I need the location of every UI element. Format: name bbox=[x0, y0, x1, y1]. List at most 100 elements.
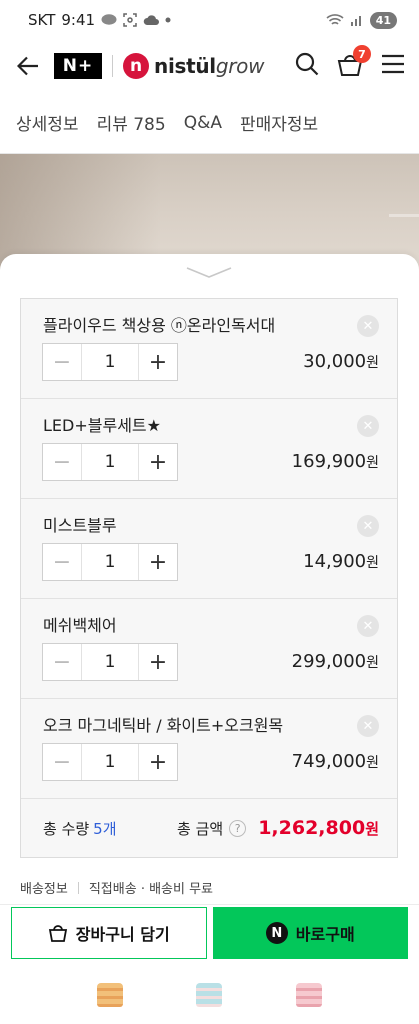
option-name: LED+블루세트★ bbox=[43, 416, 161, 435]
signal-icon bbox=[350, 13, 364, 27]
cake-icon[interactable] bbox=[296, 983, 323, 1007]
remove-option-button[interactable]: ✕ bbox=[357, 515, 379, 537]
screenshot-icon bbox=[123, 13, 137, 27]
quantity-stepper: − 1 + bbox=[42, 443, 178, 481]
option-name: 메쉬백체어 bbox=[43, 616, 117, 635]
option-item: 메쉬백체어 ✕ − 1 + 299,000원 bbox=[21, 599, 397, 699]
status-bar: SKT 9:41 41 bbox=[0, 0, 419, 40]
cart-count-badge: 7 bbox=[353, 45, 371, 63]
decrease-button[interactable]: − bbox=[43, 744, 81, 780]
option-item: 플라이우드 책상용 ⓝ온라인독서대 ✕ − 1 + 30,000원 bbox=[21, 299, 397, 399]
quantity-value[interactable]: 1 bbox=[81, 544, 139, 580]
close-icon: ✕ bbox=[362, 418, 374, 434]
purchase-actions: 장바구니 담기 N 바로구매 bbox=[0, 904, 419, 962]
increase-button[interactable]: + bbox=[139, 344, 177, 380]
increase-button[interactable]: + bbox=[139, 544, 177, 580]
search-icon bbox=[295, 52, 319, 76]
option-price: 299,000원 bbox=[291, 651, 379, 672]
increase-button[interactable]: + bbox=[139, 744, 177, 780]
option-price: 30,000원 bbox=[303, 351, 379, 372]
wifi-icon bbox=[326, 13, 344, 27]
close-icon: ✕ bbox=[362, 718, 374, 734]
tab-seller-info[interactable]: 판매자정보 bbox=[240, 110, 318, 135]
app-header: N+ n nistülgrow 7 bbox=[0, 40, 419, 92]
buy-now-label: 바로구매 bbox=[295, 925, 355, 944]
decrease-button[interactable]: − bbox=[43, 644, 81, 680]
remove-option-button[interactable]: ✕ bbox=[357, 315, 379, 337]
product-tabs: 상세정보 리뷰 785 Q&A 판매자정보 bbox=[0, 92, 419, 154]
help-icon[interactable]: ? bbox=[229, 819, 247, 837]
delivery-value: 직접배송 · 배송비 무료 bbox=[88, 882, 214, 897]
cloud-icon bbox=[143, 14, 160, 26]
cart-button[interactable]: 7 bbox=[337, 45, 371, 79]
shopping-bag-icon bbox=[48, 925, 67, 942]
quantity-value[interactable]: 1 bbox=[81, 344, 139, 380]
add-to-cart-button[interactable]: 장바구니 담기 bbox=[11, 907, 207, 959]
total-amount-value: 1,262,800원 bbox=[258, 817, 379, 839]
brand-name: nistülgrow bbox=[154, 54, 265, 78]
delivery-divider bbox=[77, 881, 79, 894]
nplus-logo[interactable]: N+ bbox=[54, 53, 102, 79]
buy-now-button[interactable]: N 바로구매 bbox=[212, 907, 408, 959]
option-name: 플라이우드 책상용 ⓝ온라인독서대 bbox=[43, 316, 276, 335]
option-name: 미스트블루 bbox=[43, 516, 117, 535]
quantity-stepper: − 1 + bbox=[42, 643, 178, 681]
close-icon: ✕ bbox=[362, 518, 374, 534]
option-price: 169,900원 bbox=[291, 451, 379, 472]
close-icon: ✕ bbox=[362, 618, 374, 634]
decrease-button[interactable]: − bbox=[43, 444, 81, 480]
delivery-label: 배송정보 bbox=[20, 882, 68, 897]
brand-n-icon: n bbox=[123, 53, 149, 79]
decrease-button[interactable]: − bbox=[43, 544, 81, 580]
chevron-down-icon bbox=[186, 267, 232, 278]
purchase-sheet: 플라이우드 책상용 ⓝ온라인독서대 ✕ − 1 + 30,000원 LED+블루… bbox=[0, 254, 419, 1024]
selected-options: 플라이우드 책상용 ⓝ온라인독서대 ✕ − 1 + 30,000원 LED+블루… bbox=[20, 298, 398, 858]
menu-button[interactable] bbox=[381, 54, 405, 78]
tab-reviews[interactable]: 리뷰 785 bbox=[97, 110, 166, 135]
remove-option-button[interactable]: ✕ bbox=[357, 715, 379, 737]
option-price: 749,000원 bbox=[291, 751, 379, 772]
clock: 9:41 bbox=[61, 11, 96, 29]
quantity-stepper: − 1 + bbox=[42, 743, 178, 781]
npay-icon: N bbox=[265, 922, 288, 944]
order-summary: 총 수량 5개 총 금액 ? 1,262,800원 bbox=[21, 799, 397, 857]
decrease-button[interactable]: − bbox=[43, 344, 81, 380]
bottom-nav bbox=[0, 966, 419, 1024]
option-item: LED+블루세트★ ✕ − 1 + 169,900원 bbox=[21, 399, 397, 499]
dot-icon bbox=[165, 17, 171, 23]
option-item: 오크 마그네틱바 / 화이트+오크원목 ✕ − 1 + 749,000원 bbox=[21, 699, 397, 799]
back-arrow-icon bbox=[17, 56, 38, 76]
quantity-stepper: − 1 + bbox=[42, 543, 178, 581]
total-amount-label: 총 금액 bbox=[177, 819, 224, 838]
battery-indicator: 41 bbox=[369, 11, 397, 29]
remove-option-button[interactable]: ✕ bbox=[357, 615, 379, 637]
quantity-value[interactable]: 1 bbox=[81, 744, 139, 780]
brand-logo[interactable]: n nistülgrow bbox=[123, 53, 264, 79]
option-name: 오크 마그네틱바 / 화이트+오크원목 bbox=[43, 716, 284, 735]
quantity-value[interactable]: 1 bbox=[81, 644, 139, 680]
header-divider bbox=[112, 55, 113, 77]
cake-icon[interactable] bbox=[96, 983, 123, 1007]
increase-button[interactable]: + bbox=[139, 444, 177, 480]
add-to-cart-label: 장바구니 담기 bbox=[75, 925, 170, 944]
option-price: 14,900원 bbox=[303, 551, 379, 572]
search-button[interactable] bbox=[295, 52, 319, 80]
carrier-label: SKT bbox=[28, 11, 56, 29]
quantity-value[interactable]: 1 bbox=[81, 444, 139, 480]
close-icon: ✕ bbox=[362, 318, 374, 334]
tab-detail-info[interactable]: 상세정보 bbox=[16, 110, 79, 135]
image-detail bbox=[389, 214, 419, 217]
increase-button[interactable]: + bbox=[139, 644, 177, 680]
quantity-stepper: − 1 + bbox=[42, 343, 178, 381]
hamburger-menu-icon bbox=[382, 54, 404, 74]
delivery-info: 배송정보 직접배송 · 배송비 무료 bbox=[20, 878, 213, 897]
remove-option-button[interactable]: ✕ bbox=[357, 415, 379, 437]
cake-icon[interactable] bbox=[196, 983, 223, 1007]
total-quantity-value: 5개 bbox=[93, 819, 117, 838]
talk-icon bbox=[101, 14, 117, 26]
back-button[interactable] bbox=[16, 54, 40, 78]
collapse-sheet-button[interactable] bbox=[184, 264, 234, 280]
option-item: 미스트블루 ✕ − 1 + 14,900원 bbox=[21, 499, 397, 599]
total-quantity-label: 총 수량 bbox=[43, 819, 90, 838]
tab-qna[interactable]: Q&A bbox=[184, 113, 222, 133]
